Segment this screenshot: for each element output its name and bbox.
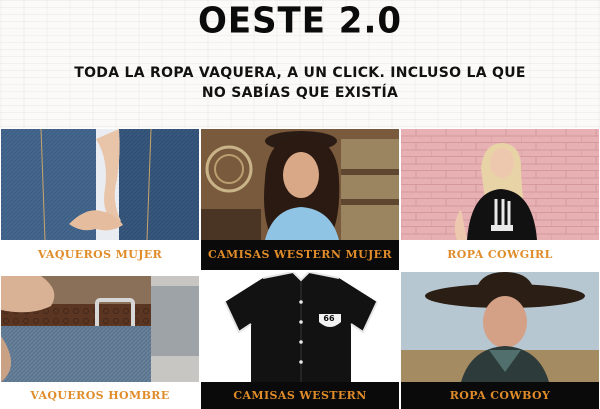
category-vaqueros-mujer[interactable]: VAQUEROS MUJER bbox=[1, 129, 199, 270]
camisas-western-hombre-image bbox=[201, 272, 399, 382]
category-label: VAQUEROS HOMBRE bbox=[1, 382, 199, 409]
shirt-patch-text: 66 bbox=[323, 314, 335, 323]
category-vaqueros-hombre[interactable]: VAQUEROS HOMBRE bbox=[1, 276, 199, 409]
page-header: OESTE 2.0 TODA LA ROPA VAQUERA, A UN CLI… bbox=[0, 0, 600, 128]
category-ropa-cowgirl[interactable]: ROPA COWGIRL bbox=[401, 129, 599, 270]
category-label: VAQUEROS MUJER bbox=[1, 240, 199, 270]
tagline-line-1: TODA LA ROPA VAQUERA, A UN CLICK. INCLUS… bbox=[74, 65, 526, 81]
category-camisas-western-mujer[interactable]: CAMISAS WESTERN MUJER bbox=[201, 129, 399, 270]
category-ropa-cowboy[interactable]: ROPA COWBOY bbox=[401, 272, 599, 409]
category-label: ROPA COWGIRL bbox=[401, 240, 599, 270]
category-label: CAMISAS WESTERN MUJER bbox=[201, 240, 399, 270]
category-label: CAMISAS WESTERN HOMBRE bbox=[201, 382, 399, 409]
ropa-cowgirl-image bbox=[401, 129, 599, 240]
tagline-line-2: NO SABÍAS QUE EXISTÍA bbox=[201, 85, 399, 101]
ropa-cowboy-image bbox=[401, 272, 599, 382]
vaqueros-hombre-image bbox=[1, 276, 199, 382]
category-label: ROPA COWBOY bbox=[401, 382, 599, 409]
category-camisas-western-hombre[interactable]: 66 CAMISAS WESTERN HOMBRE bbox=[201, 272, 399, 409]
brand-title: OESTE 2.0 bbox=[197, 0, 403, 42]
tagline: TODA LA ROPA VAQUERA, A UN CLICK. INCLUS… bbox=[60, 63, 540, 103]
vaqueros-mujer-image bbox=[1, 129, 199, 240]
camisas-western-mujer-image bbox=[201, 129, 399, 240]
